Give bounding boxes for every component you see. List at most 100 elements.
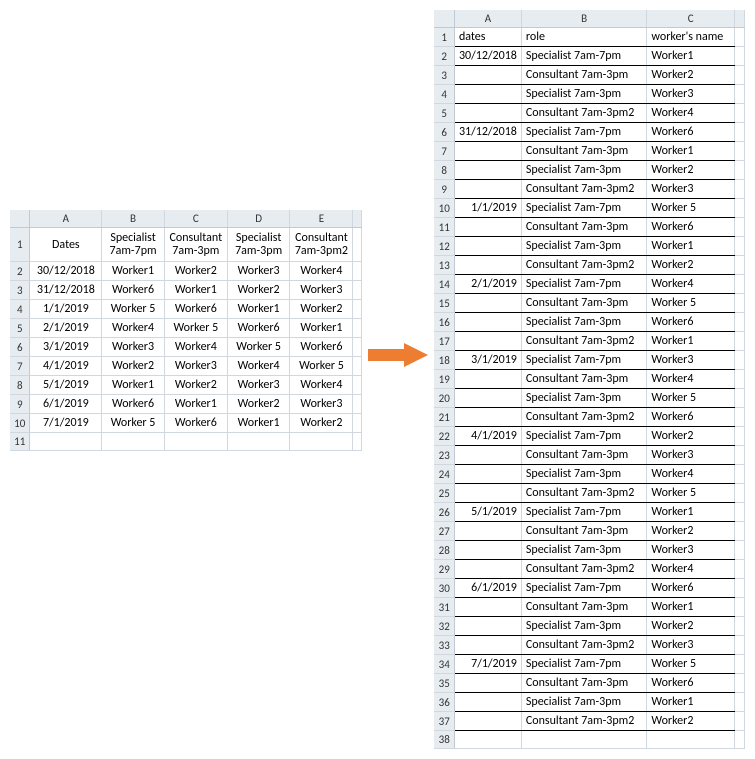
role-cell[interactable]: Consultant 7am-3pm2 bbox=[521, 712, 647, 731]
cell-empty[interactable] bbox=[735, 674, 745, 693]
header-cell[interactable]: dates bbox=[454, 28, 521, 47]
role-cell[interactable]: Specialist 7am-7pm bbox=[521, 275, 647, 294]
row-header[interactable]: 22 bbox=[434, 427, 454, 446]
column-header[interactable]: A bbox=[30, 210, 102, 228]
cell-empty[interactable] bbox=[735, 180, 745, 199]
worker-cell[interactable]: Worker1 bbox=[647, 237, 735, 256]
worker-cell[interactable]: Worker3 bbox=[647, 636, 735, 655]
row-header[interactable]: 11 bbox=[10, 433, 30, 451]
row-header[interactable]: 18 bbox=[434, 351, 454, 370]
worker-cell[interactable]: Worker2 bbox=[647, 427, 735, 446]
worker-cell[interactable]: Worker4 bbox=[647, 370, 735, 389]
role-cell[interactable]: Consultant 7am-3pm2 bbox=[521, 180, 647, 199]
cell-empty[interactable] bbox=[735, 275, 745, 294]
row-header[interactable]: 24 bbox=[434, 465, 454, 484]
row-header[interactable]: 11 bbox=[434, 218, 454, 237]
date-cell[interactable] bbox=[454, 636, 521, 655]
worker-cell[interactable]: Worker1 bbox=[647, 332, 735, 351]
date-cell[interactable] bbox=[454, 674, 521, 693]
worker-cell[interactable]: Worker 5 bbox=[102, 300, 165, 319]
worker-cell[interactable]: Worker3 bbox=[290, 395, 353, 414]
worker-cell[interactable]: Worker6 bbox=[647, 579, 735, 598]
corner-cell[interactable] bbox=[434, 10, 454, 28]
worker-cell[interactable]: Worker2 bbox=[647, 522, 735, 541]
worker-cell[interactable]: Worker2 bbox=[227, 281, 290, 300]
role-cell[interactable]: Consultant 7am-3pm bbox=[521, 218, 647, 237]
row-header[interactable]: 29 bbox=[434, 560, 454, 579]
cell-empty[interactable] bbox=[735, 142, 745, 161]
worker-cell[interactable]: Worker3 bbox=[647, 351, 735, 370]
cell-empty[interactable] bbox=[735, 237, 745, 256]
cell-empty[interactable] bbox=[353, 376, 362, 395]
cell-empty[interactable] bbox=[735, 731, 745, 749]
cell-empty[interactable] bbox=[735, 522, 745, 541]
row-header[interactable]: 9 bbox=[10, 395, 30, 414]
cell-empty[interactable] bbox=[735, 598, 745, 617]
row-header[interactable]: 32 bbox=[434, 617, 454, 636]
row-header[interactable]: 25 bbox=[434, 484, 454, 503]
column-header[interactable]: C bbox=[647, 10, 735, 28]
worker-cell[interactable]: Worker1 bbox=[647, 598, 735, 617]
cell-empty[interactable] bbox=[735, 617, 745, 636]
role-cell[interactable]: Specialist 7am-7pm bbox=[521, 655, 647, 674]
cell-empty[interactable] bbox=[735, 427, 745, 446]
role-cell[interactable]: Specialist 7am-7pm bbox=[521, 47, 647, 66]
worker-cell[interactable]: Worker4 bbox=[290, 376, 353, 395]
date-cell[interactable]: 2/1/2019 bbox=[30, 319, 102, 338]
worker-cell[interactable]: Worker2 bbox=[290, 300, 353, 319]
date-cell[interactable] bbox=[454, 104, 521, 123]
role-cell[interactable]: Specialist 7am-7pm bbox=[521, 503, 647, 522]
row-header[interactable]: 19 bbox=[434, 370, 454, 389]
date-cell[interactable]: 2/1/2019 bbox=[454, 275, 521, 294]
worker-cell[interactable]: Worker2 bbox=[102, 357, 165, 376]
row-header[interactable]: 3 bbox=[10, 281, 30, 300]
column-header[interactable]: C bbox=[164, 210, 227, 228]
date-cell[interactable] bbox=[454, 332, 521, 351]
worker-cell[interactable]: Worker1 bbox=[647, 47, 735, 66]
role-cell[interactable]: Specialist 7am-3pm bbox=[521, 541, 647, 560]
header-cell[interactable]: role bbox=[521, 28, 647, 47]
date-cell[interactable]: 4/1/2019 bbox=[30, 357, 102, 376]
row-header[interactable]: 8 bbox=[434, 161, 454, 180]
role-cell[interactable]: Consultant 7am-3pm bbox=[521, 294, 647, 313]
role-cell[interactable]: Consultant 7am-3pm bbox=[521, 598, 647, 617]
role-cell[interactable]: Consultant 7am-3pm2 bbox=[521, 408, 647, 427]
worker-cell[interactable]: Worker3 bbox=[227, 262, 290, 281]
role-cell[interactable]: Consultant 7am-3pm bbox=[521, 522, 647, 541]
cell-empty[interactable] bbox=[735, 484, 745, 503]
date-cell[interactable] bbox=[454, 161, 521, 180]
cell-empty[interactable] bbox=[735, 256, 745, 275]
date-cell[interactable] bbox=[454, 408, 521, 427]
row-header[interactable]: 27 bbox=[434, 522, 454, 541]
cell-empty[interactable] bbox=[735, 218, 745, 237]
worker-cell[interactable]: Worker2 bbox=[647, 66, 735, 85]
worker-cell[interactable]: Worker3 bbox=[290, 281, 353, 300]
worker-cell[interactable]: Worker4 bbox=[290, 262, 353, 281]
row-header[interactable]: 26 bbox=[434, 503, 454, 522]
row-header[interactable]: 4 bbox=[434, 85, 454, 104]
worker-cell[interactable]: Worker6 bbox=[647, 313, 735, 332]
cell-empty[interactable] bbox=[353, 228, 362, 262]
role-cell[interactable]: Specialist 7am-3pm bbox=[521, 693, 647, 712]
row-header[interactable]: 14 bbox=[434, 275, 454, 294]
worker-cell[interactable]: Worker1 bbox=[227, 300, 290, 319]
column-header[interactable]: B bbox=[102, 210, 165, 228]
cell-empty[interactable] bbox=[735, 47, 745, 66]
worker-cell[interactable]: Worker6 bbox=[647, 408, 735, 427]
date-cell[interactable]: 7/1/2019 bbox=[454, 655, 521, 674]
cell-empty[interactable] bbox=[735, 579, 745, 598]
cell-empty[interactable] bbox=[102, 433, 165, 451]
row-header[interactable]: 12 bbox=[434, 237, 454, 256]
cell-empty[interactable] bbox=[735, 503, 745, 522]
cell-empty[interactable] bbox=[735, 85, 745, 104]
cell-empty[interactable] bbox=[353, 395, 362, 414]
date-cell[interactable] bbox=[454, 218, 521, 237]
row-header[interactable]: 5 bbox=[10, 319, 30, 338]
worker-cell[interactable]: Worker1 bbox=[290, 319, 353, 338]
role-cell[interactable]: Consultant 7am-3pm2 bbox=[521, 256, 647, 275]
row-header[interactable]: 35 bbox=[434, 674, 454, 693]
worker-cell[interactable]: Worker3 bbox=[227, 376, 290, 395]
worker-cell[interactable]: Worker1 bbox=[164, 395, 227, 414]
row-header[interactable]: 34 bbox=[434, 655, 454, 674]
role-cell[interactable]: Consultant 7am-3pm2 bbox=[521, 332, 647, 351]
